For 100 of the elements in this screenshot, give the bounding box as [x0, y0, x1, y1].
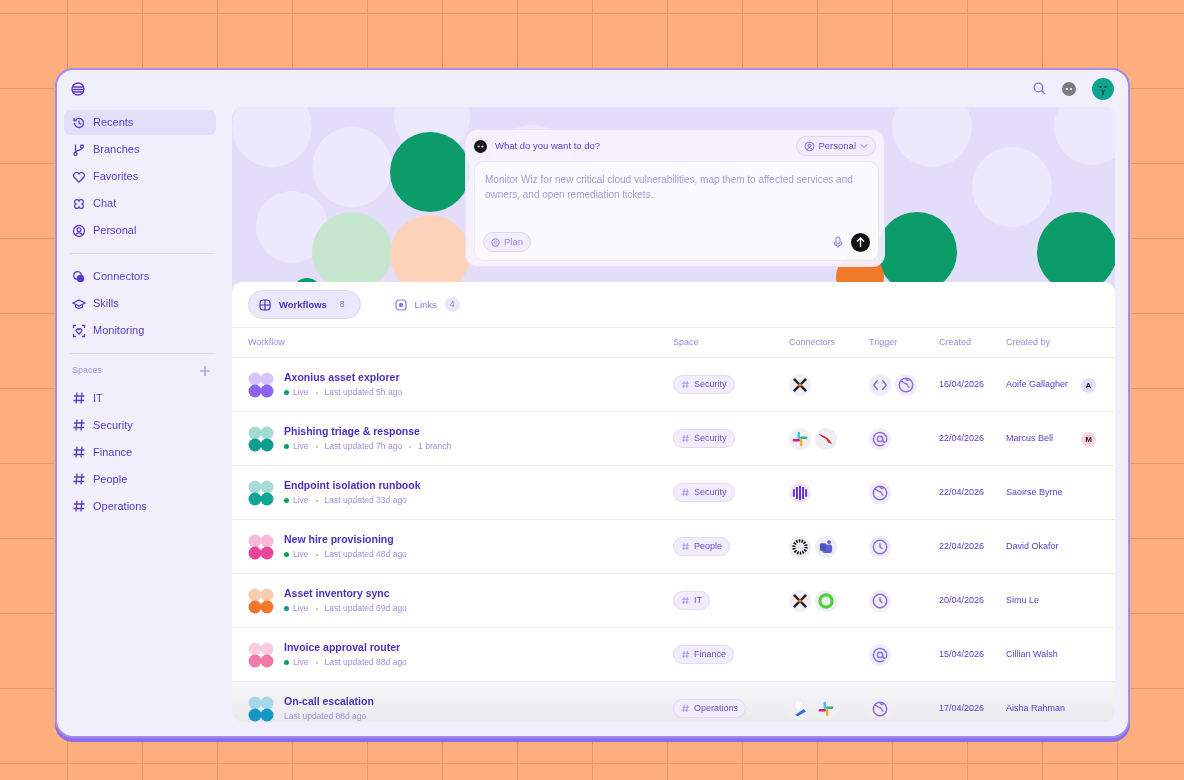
sidebar-item[interactable]: IT: [64, 385, 216, 411]
code-icon: [869, 373, 891, 396]
status-text: Live: [293, 548, 309, 561]
count-badge: 4: [444, 297, 460, 313]
table-row[interactable]: Asset inventory sync Live Last updated 69d ago IT 20/04/2026 Simu Le: [232, 574, 1115, 629]
hash-icon: [681, 380, 690, 390]
table-row[interactable]: Phishing triage & response Live Last updated 7h ago 1 branch Security 22/04/2026 Marcus Bell M: [232, 412, 1115, 467]
creator-name: David Okafor: [1006, 539, 1060, 553]
column-header: Trigger: [869, 335, 899, 349]
history-icon: [72, 115, 86, 130]
pinwheel-logo-icon: [789, 427, 811, 450]
status-text: Live: [293, 602, 309, 615]
send-button[interactable]: [851, 232, 870, 252]
updated-text: Last updated 88d ago: [324, 656, 407, 669]
hash-icon: [681, 434, 690, 444]
sidebar-item[interactable]: Operations: [64, 493, 216, 519]
updated-text: Last updated 7h ago: [324, 440, 403, 453]
column-header: Created by: [1006, 335, 1052, 349]
grid-icon: [259, 298, 271, 311]
date-cell-text: 17/04/2026: [939, 701, 986, 715]
space-tag[interactable]: Security: [673, 428, 735, 449]
bars-logo-icon: [789, 481, 811, 504]
updated-text: Last updated 5h ago: [324, 386, 403, 399]
target-icon: [491, 237, 500, 247]
column-header: Connectors: [789, 335, 837, 349]
user-icon: [72, 223, 86, 238]
sunburst-logo-icon: [789, 535, 811, 558]
hash-icon: [72, 499, 86, 514]
sidebar-item[interactable]: Chat: [64, 191, 216, 217]
sidebar-item[interactable]: Security: [64, 412, 216, 438]
hash-icon: [72, 418, 86, 433]
clock-icon: [869, 535, 891, 558]
record-icon: [394, 298, 407, 311]
sidebar-item[interactable]: Recents: [64, 110, 216, 136]
status-text: Live: [293, 656, 309, 669]
assistant-icon[interactable]: [1062, 81, 1076, 96]
avatar: M: [1081, 432, 1096, 448]
at-sign-icon: [869, 427, 891, 450]
space-tag[interactable]: Finance: [673, 644, 735, 665]
table-row[interactable]: Endpoint isolation runbook Live Last updated 33d ago Security 22/04/2026 Saoirse Byrne: [232, 466, 1115, 521]
sidebar-item[interactable]: Favorites: [64, 164, 216, 190]
ring-logo-icon: [815, 589, 837, 612]
hash-icon: [681, 542, 690, 552]
sidebar-item[interactable]: People: [64, 466, 216, 492]
sidebar-item[interactable]: Finance: [64, 439, 216, 465]
table-row[interactable]: Axonius asset explorer Live Last updated 5h ago Security 16/04/2026 Aoife Gallagher A: [232, 358, 1115, 413]
sidebar-item[interactable]: Personal: [64, 218, 216, 244]
workflow-name[interactable]: Asset inventory sync: [284, 586, 407, 603]
workflow-name[interactable]: Invoice approval router: [284, 640, 407, 657]
workflow-name[interactable]: New hire provisioning: [284, 532, 407, 549]
creator-name: Aoife Gallagher: [1006, 377, 1070, 391]
workflow-name[interactable]: On-call escalation: [284, 694, 374, 711]
microphone-icon[interactable]: [833, 235, 843, 249]
tab[interactable]: Links 4: [384, 291, 470, 319]
cross-logo-icon: [789, 589, 811, 612]
logo-icon: [71, 81, 85, 96]
sidebar-item[interactable]: Branches: [64, 137, 216, 163]
creator-name: Saoirse Byrne: [1006, 485, 1064, 499]
clock-icon: [869, 589, 891, 612]
space-tag[interactable]: Operations: [673, 698, 747, 719]
workflow-name[interactable]: Phishing triage & response: [284, 424, 452, 441]
space-tag[interactable]: Security: [673, 374, 735, 395]
cross-logo-icon: [789, 373, 811, 396]
branch-count: 1 branch: [418, 440, 452, 453]
table-row[interactable]: On-call escalation Last updated 88d ago Operations 17/04/2026 Aisha Rahman: [232, 682, 1115, 722]
people-logo-icon: [815, 535, 837, 558]
workflow-name[interactable]: Axonius asset explorer: [284, 370, 403, 387]
profile-avatar[interactable]: [1092, 77, 1114, 100]
date-cell-text: 22/04/2026: [939, 539, 986, 553]
user-icon: [803, 140, 815, 152]
sidebar-item[interactable]: Monitoring: [64, 318, 216, 344]
workflow-name[interactable]: Endpoint isolation runbook: [284, 478, 421, 495]
section-label: Spaces: [72, 364, 103, 378]
creator-name: Cillian Walsh: [1006, 647, 1059, 661]
space-tag[interactable]: People: [673, 536, 731, 557]
hash-icon: [681, 704, 690, 714]
at-sign-icon: [869, 643, 891, 666]
column-header: Space: [673, 335, 700, 349]
search-icon[interactable]: [1033, 82, 1046, 96]
table-row[interactable]: New hire provisioning Live Last updated 48d ago People 22/04/2026 David Okafor: [232, 520, 1115, 575]
updated-text: Last updated 69d ago: [324, 602, 407, 615]
date-cell-text: 16/04/2026: [939, 377, 986, 391]
creator-name: Simu Le: [1006, 593, 1041, 607]
monitoring-icon: [72, 323, 86, 338]
column-header: Created: [939, 335, 973, 349]
space-tag[interactable]: IT: [673, 590, 710, 611]
tab[interactable]: Workflows 8: [248, 290, 361, 320]
date-cell-text: 15/04/2026: [939, 647, 986, 661]
sidebar-item[interactable]: Skills: [64, 291, 216, 317]
chevron-down-icon: [860, 142, 868, 151]
space-tag[interactable]: Security: [673, 482, 735, 503]
hash-icon: [681, 596, 690, 606]
sidebar-item[interactable]: Connectors: [64, 264, 216, 290]
scope-dropdown[interactable]: Personal: [795, 136, 876, 157]
creator-name: Aisha Rahman: [1006, 701, 1067, 715]
updated-text: Last updated 33d ago: [324, 494, 407, 507]
status-text: Live: [293, 386, 309, 399]
date-cell-text: 22/04/2026: [939, 431, 986, 445]
updated-text: Last updated 88d ago: [284, 710, 367, 722]
add-icon[interactable]: [200, 365, 210, 376]
